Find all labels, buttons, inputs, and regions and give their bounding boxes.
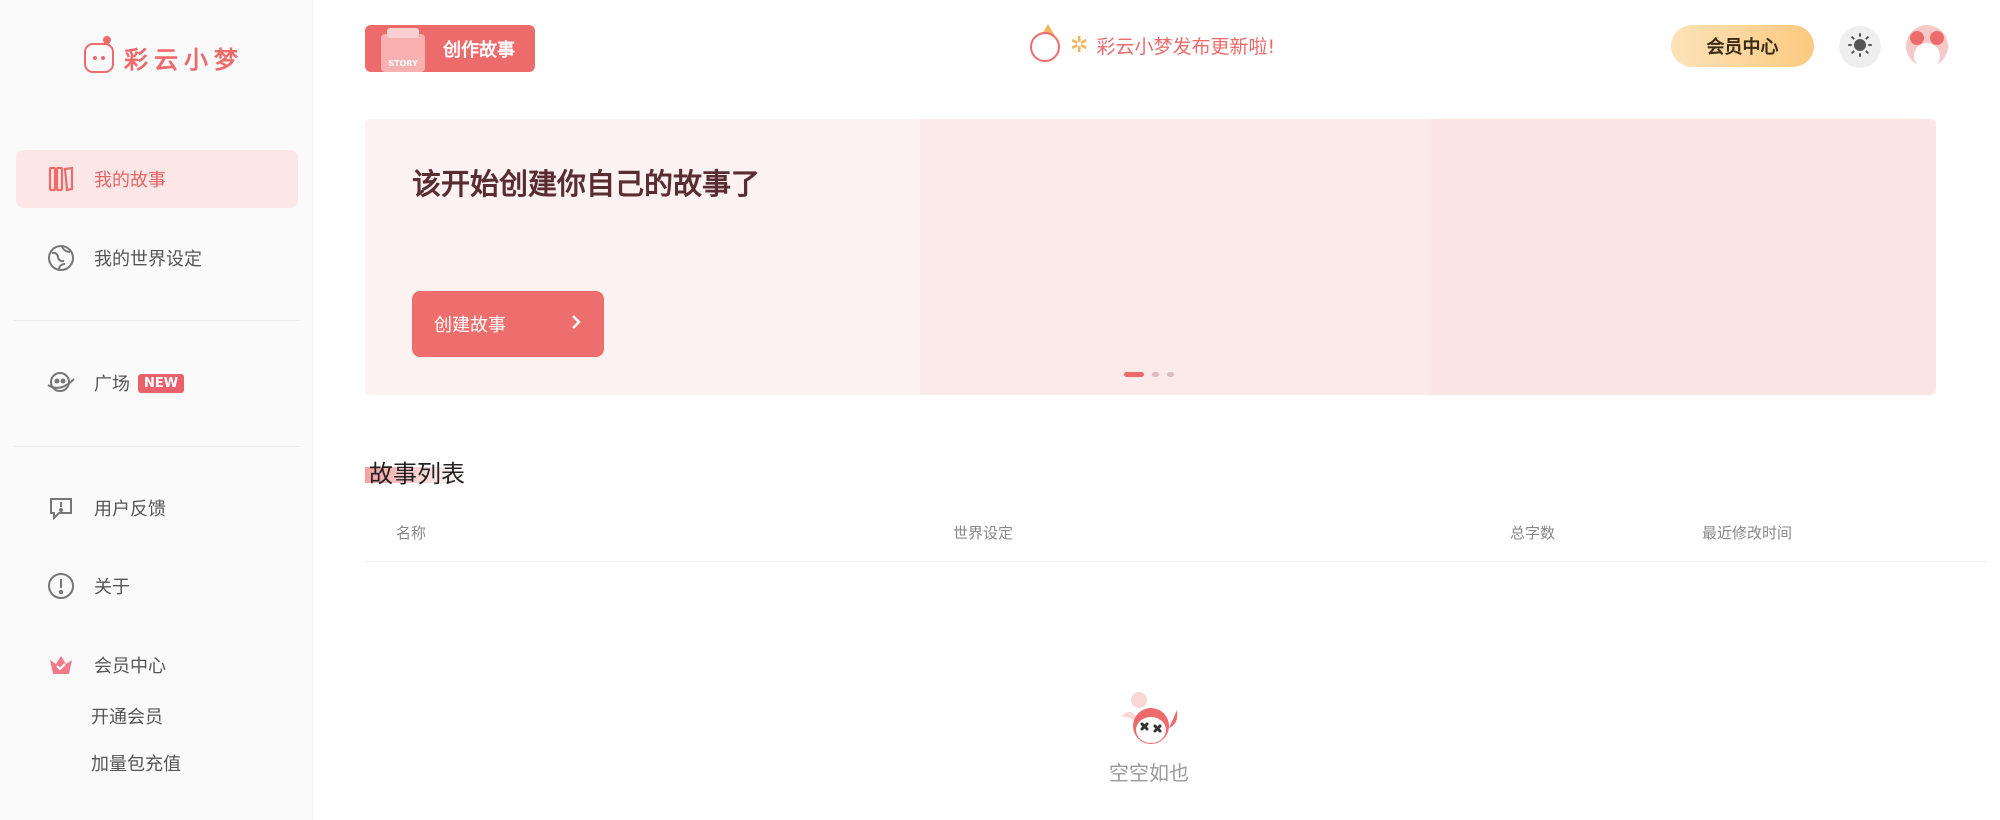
column-header-last-modified[interactable]: 最近修改时间 [1702,522,1792,543]
create-story-banner-button[interactable]: 创建故事 [412,291,604,357]
update-announcement[interactable]: ✲ 彩云小梦发布更新啦! [1030,24,1276,62]
plaza-icon [46,368,76,398]
theme-toggle-button[interactable] [1839,26,1881,68]
carousel-dot[interactable] [1167,372,1174,377]
create-story-label: 创作故事 [443,39,515,61]
sidebar-item-label: 会员中心 [94,656,166,677]
empty-state-text: 空空如也 [1109,761,1189,785]
chevron-right-icon [570,314,582,334]
banner-button-label: 创建故事 [434,315,506,336]
sidebar-item-label: 我的故事 [94,170,166,191]
story-list-title: 故事列表 [369,460,465,488]
sidebar-item-plaza[interactable]: 广场 NEW [16,354,298,412]
column-header-name[interactable]: 名称 [396,522,426,543]
avatar-face [1914,43,1940,67]
sidebar-item-label: 广场 [94,374,130,395]
books-icon [46,164,76,194]
sidebar-item-about[interactable]: 关于 [16,557,298,615]
info-icon [46,571,76,601]
sidebar-item-label: 用户反馈 [94,499,166,520]
story-box-text: STORY [388,58,418,68]
sidebar-item-world-settings[interactable]: 我的世界设定 [16,229,298,287]
carousel-indicator [1124,372,1174,377]
announcement-text: 彩云小梦发布更新啦! [1096,35,1276,58]
party-mascot-icon [1030,24,1066,62]
empty-mascot-icon [1113,690,1185,748]
sidebar: 彩云小梦 我的故事 我的世界设定 广场 NEW 用户反馈 关于 会员中心 开通会… [0,0,313,820]
column-header-word-count[interactable]: 总字数 [1510,522,1555,543]
sidebar-item-feedback[interactable]: 用户反馈 [16,479,298,537]
carousel-dot[interactable] [1124,372,1144,377]
sidebar-item-label: 我的世界设定 [94,249,202,270]
sidebar-subitem-open-vip[interactable]: 开通会员 [91,703,163,729]
banner-slide-3 [1429,119,1936,395]
globe-icon [46,243,76,273]
logo-text: 彩云小梦 [124,46,244,74]
story-box-icon: STORY [381,27,425,72]
sidebar-subitem-recharge[interactable]: 加量包充值 [91,750,181,776]
sidebar-item-vip-center[interactable]: 会员中心 [16,636,298,694]
vip-center-label: 会员中心 [1706,37,1779,58]
confetti-icon: ✲ [1070,32,1089,58]
banner-title: 该开始创建你自己的故事了 [412,167,761,201]
new-badge: NEW [138,373,185,393]
logo-mascot-icon [84,35,114,73]
create-story-button[interactable]: STORY 创作故事 [365,25,535,72]
avatar-ear [1930,31,1944,45]
sun-icon [1848,33,1872,61]
vip-center-button[interactable]: 会员中心 [1671,25,1814,67]
feedback-icon [46,493,76,523]
app-logo[interactable]: 彩云小梦 [84,35,244,75]
column-header-world-setting[interactable]: 世界设定 [953,522,1013,543]
sidebar-divider [14,446,300,447]
sidebar-item-my-stories[interactable]: 我的故事 [16,150,298,208]
carousel-dot[interactable] [1152,372,1159,377]
hero-banner: 该开始创建你自己的故事了 创建故事 [365,119,1936,395]
banner-slide-2 [920,119,1430,395]
sidebar-item-label: 关于 [94,577,130,598]
crown-icon [46,650,76,680]
user-avatar[interactable] [1906,25,1948,67]
table-header-divider [365,561,1987,562]
sidebar-divider [14,320,300,321]
